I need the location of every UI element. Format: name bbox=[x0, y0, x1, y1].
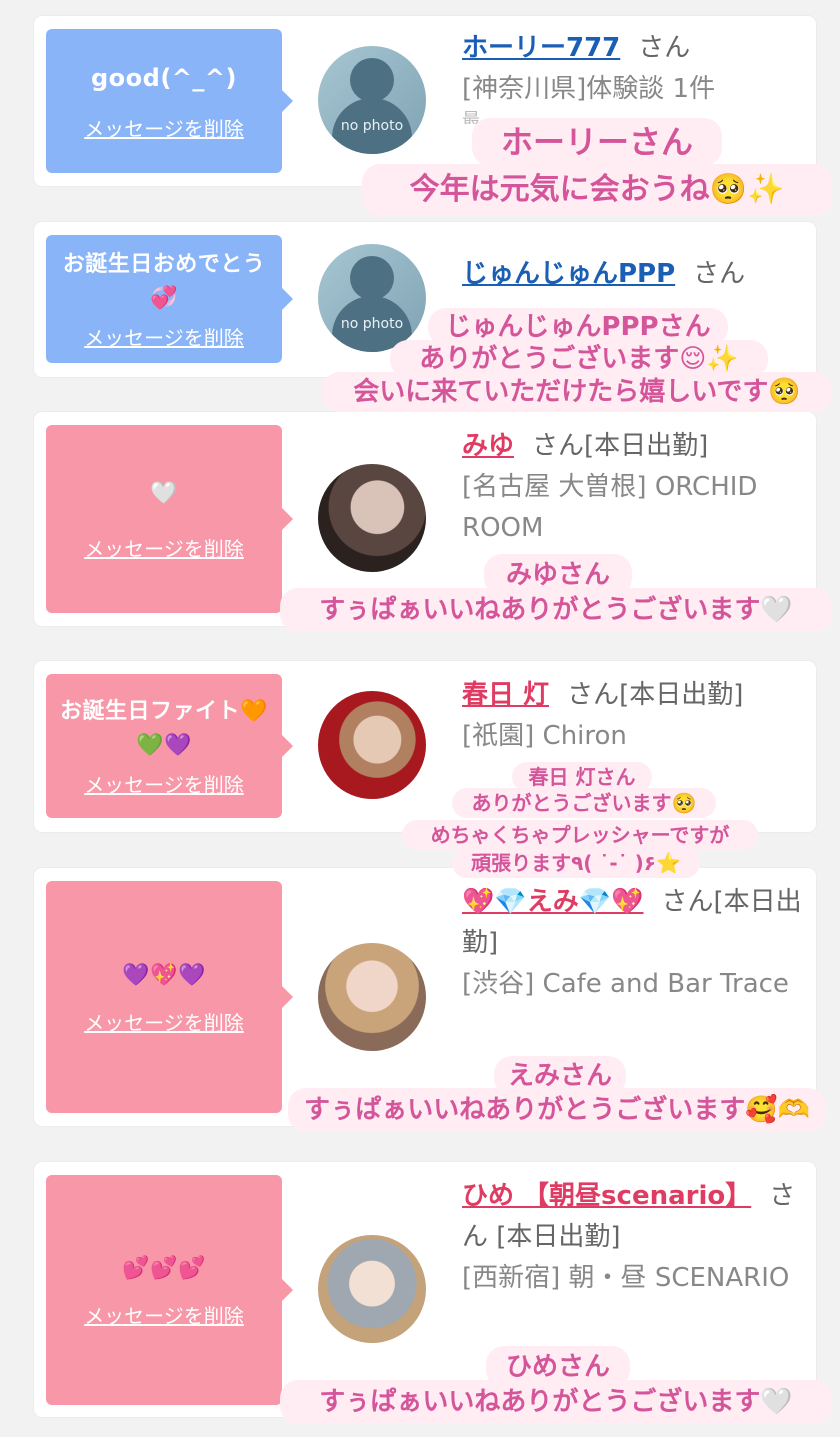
reply-caption: 会いに来ていただけたら嬉しいです🥺 bbox=[322, 372, 832, 412]
message-bubble: good(^_^) メッセージを削除 bbox=[46, 29, 293, 173]
user-name-link[interactable]: じゅんじゅんPPP bbox=[462, 259, 675, 289]
user-meta: [神奈川県]体験談 1件 bbox=[462, 74, 716, 104]
avatar[interactable] bbox=[318, 464, 426, 572]
honorific: さん bbox=[693, 259, 746, 289]
user-info: じゅんじゅんPPP さん bbox=[462, 254, 802, 295]
reply-caption: すぅぱぁいいねありがとうございます🤍 bbox=[280, 1380, 832, 1424]
avatar-silhouette-icon bbox=[350, 256, 394, 300]
honorific: さん[本日出勤] bbox=[532, 431, 709, 461]
honorific: さん[本日出勤] bbox=[567, 680, 744, 710]
reply-caption: ありがとうございます🥺 bbox=[452, 788, 716, 818]
message-bubble: お誕生日ファイト🧡💚💜 メッセージを削除 bbox=[46, 674, 293, 818]
delete-message-link[interactable]: メッセージを削除 bbox=[84, 1300, 244, 1329]
message-text: good(^_^) bbox=[91, 63, 237, 92]
user-meta: [渋谷] Cafe and Bar Trace bbox=[462, 969, 789, 999]
reply-caption: すぅぱぁいいねありがとうございます🥰🫶 bbox=[288, 1088, 826, 1132]
user-name-link[interactable]: 💖💎えみ💎💖 bbox=[462, 887, 644, 917]
user-name-link[interactable]: ホーリー777 bbox=[462, 33, 620, 63]
user-info: 💖💎えみ💎💖 さん[本日出勤] [渋谷] Cafe and Bar Trace bbox=[462, 882, 802, 1005]
reply-caption: すぅぱぁいいねありがとうございます🤍 bbox=[280, 588, 832, 632]
avatar-silhouette-icon bbox=[350, 58, 394, 102]
message-bubble: お誕生日おめでとう💞 メッセージを削除 bbox=[46, 235, 293, 363]
delete-message-link[interactable]: メッセージを削除 bbox=[84, 1007, 244, 1036]
message-text: お誕生日おめでとう💞 bbox=[62, 251, 266, 311]
user-name-link[interactable]: みゆ bbox=[462, 431, 514, 461]
user-info: みゆ さん[本日出勤] [名古屋 大曽根] ORCHID ROOM bbox=[462, 426, 802, 549]
no-photo-label: no photo bbox=[340, 316, 404, 332]
message-text: お誕生日ファイト🧡💚💜 bbox=[60, 698, 268, 758]
honorific: さん bbox=[638, 33, 691, 63]
avatar[interactable] bbox=[318, 1235, 426, 1343]
avatar[interactable] bbox=[318, 691, 426, 799]
message-card: 💕💕💕 メッセージを削除 ひめ 【朝昼scenario】 さん [本日出勤] [西… bbox=[34, 1162, 816, 1417]
user-meta: [祇園] Chiron bbox=[462, 721, 627, 751]
message-text: 💜💖💜 bbox=[122, 962, 206, 988]
user-meta: [名古屋 大曽根] ORCHID ROOM bbox=[462, 472, 758, 543]
reply-caption: ホーリーさん bbox=[472, 118, 722, 166]
message-bubble: 💜💖💜 メッセージを削除 bbox=[46, 881, 293, 1113]
user-name-link[interactable]: ひめ 【朝昼scenario】 bbox=[462, 1181, 751, 1211]
delete-message-link[interactable]: メッセージを削除 bbox=[84, 769, 244, 798]
user-info: ひめ 【朝昼scenario】 さん [本日出勤] [西新宿] 朝・昼 SCENA… bbox=[462, 1176, 802, 1299]
user-info: 春日 灯さん[本日出勤] [祇園] Chiron bbox=[462, 675, 802, 757]
user-meta: [西新宿] 朝・昼 SCENARIO bbox=[462, 1263, 790, 1293]
message-bubble: 🤍 メッセージを削除 bbox=[46, 425, 293, 613]
avatar[interactable]: no photo bbox=[318, 46, 426, 154]
message-text: 💕💕💕 bbox=[122, 1255, 206, 1281]
avatar[interactable]: no photo bbox=[318, 244, 426, 352]
reply-caption: めちゃくちゃプレッシャーですが bbox=[402, 820, 758, 850]
no-photo-label: no photo bbox=[340, 118, 404, 134]
delete-message-link[interactable]: メッセージを削除 bbox=[84, 113, 244, 142]
user-info: ホーリー777 さん [神奈川県]体験談 1件 最 bbox=[462, 28, 802, 124]
user-name-link[interactable]: 春日 灯 bbox=[462, 680, 549, 710]
message-text: 🤍 bbox=[150, 480, 178, 506]
message-bubble: 💕💕💕 メッセージを削除 bbox=[46, 1175, 293, 1405]
delete-message-link[interactable]: メッセージを削除 bbox=[84, 322, 244, 351]
reply-caption: 頑張ります٩( ˙-˙ )۶⭐️ bbox=[452, 848, 700, 878]
reply-caption: 今年は元気に会おうね🥺✨ bbox=[362, 164, 832, 216]
delete-message-link[interactable]: メッセージを削除 bbox=[84, 533, 244, 562]
avatar[interactable] bbox=[318, 943, 426, 1051]
